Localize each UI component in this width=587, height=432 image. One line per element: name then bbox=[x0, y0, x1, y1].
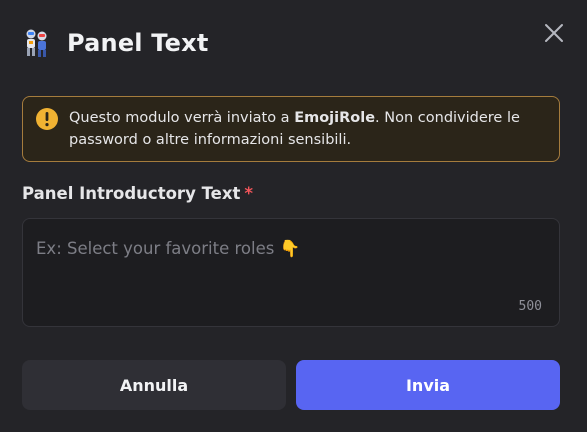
intro-text-input[interactable]: Ex: Select your favorite roles 👇 500 bbox=[22, 218, 560, 327]
submit-button-label: Invia bbox=[405, 375, 451, 395]
required-marker: * bbox=[244, 184, 253, 203]
modal-dialog: Panel Text Questo modulo verrà inviato a… bbox=[0, 0, 587, 432]
exclamation-circle-icon bbox=[36, 108, 58, 130]
char-counter: 500 bbox=[518, 299, 542, 314]
field-label: Panel Introductory Text * bbox=[22, 184, 253, 203]
cancel-button[interactable]: Annulla bbox=[22, 360, 286, 410]
close-icon[interactable] bbox=[543, 22, 565, 44]
modal-title: Panel Text bbox=[67, 29, 209, 57]
cancel-button-label: Annulla bbox=[119, 375, 189, 395]
robot-avatar-icon bbox=[26, 29, 47, 57]
warning-text-before: Questo modulo verrà inviato a bbox=[69, 110, 295, 126]
warning-app-name: EmojiRole bbox=[294, 110, 376, 126]
intro-text-placeholder: Ex: Select your favorite roles 👇 bbox=[36, 239, 301, 258]
modal-header: Panel Text bbox=[22, 28, 209, 58]
field-label-text: Panel Introductory Text bbox=[22, 184, 241, 203]
warning-notice: Questo modulo verrà inviato a EmojiRole.… bbox=[22, 96, 560, 162]
warning-text: Questo modulo verrà inviato a EmojiRole.… bbox=[69, 107, 547, 151]
submit-button[interactable]: Invia bbox=[296, 360, 560, 410]
